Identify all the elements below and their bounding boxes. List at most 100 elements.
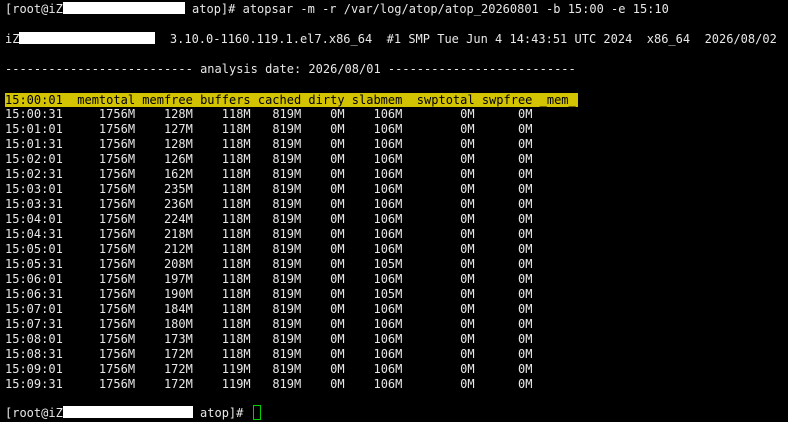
cell-cached: 819M: [250, 347, 302, 361]
cell-swptotal: 0M: [402, 212, 475, 226]
cell-time: 15:07:31: [5, 317, 63, 331]
cell-slabmem: 106M: [344, 122, 403, 136]
cell-memtotal: 1756M: [62, 122, 136, 136]
cell-buffers: 118M: [192, 242, 251, 256]
cell-swptotal: 0M: [402, 227, 475, 241]
cell-swptotal: 0M: [402, 167, 475, 181]
cell-slabmem: 106M: [344, 182, 403, 196]
cell-buffers: 118M: [192, 317, 251, 331]
cell-memfree: 180M: [135, 317, 193, 331]
cell-swpfree: 0M: [474, 242, 533, 256]
cell-cached: 819M: [250, 167, 302, 181]
cell-swpfree: 0M: [474, 317, 533, 331]
cell-cached: 819M: [250, 137, 302, 151]
system-info-line: iZ 3.10.0-1160.119.1.el7.x86_64 #1 SMP T…: [5, 32, 777, 47]
cell-swpfree: 0M: [474, 227, 533, 241]
cell-slabmem: 106M: [344, 332, 403, 346]
table-row: 15:06:01 1756M 197M 118M 819M 0M 106M 0M…: [5, 272, 532, 287]
cell-swptotal: 0M: [402, 302, 475, 316]
final-prompt-line[interactable]: [root@iZ atop]#: [5, 405, 261, 420]
memory-table: 15:00:31 1756M 128M 118M 819M 0M 106M 0M…: [5, 107, 532, 392]
cell-time: 15:01:31: [5, 137, 63, 151]
cell-swpfree: 0M: [474, 302, 533, 316]
cell-dirty: 0M: [301, 197, 345, 211]
system-build: #1 SMP Tue Jun 4 14:43:51 UTC 2024: [386, 32, 633, 46]
cell-dirty: 0M: [301, 332, 345, 346]
cell-memfree: 127M: [135, 122, 193, 136]
cell-memtotal: 1756M: [62, 212, 136, 226]
cell-swpfree: 0M: [474, 332, 533, 346]
cell-swpfree: 0M: [474, 377, 533, 391]
table-row: 15:07:01 1756M 184M 118M 819M 0M 106M 0M…: [5, 302, 532, 317]
cell-time: 15:09:31: [5, 377, 63, 391]
system-host-prefix: iZ: [5, 32, 20, 46]
cell-swptotal: 0M: [402, 122, 475, 136]
table-row: 15:03:31 1756M 236M 118M 819M 0M 106M 0M…: [5, 197, 532, 212]
cell-memfree: 128M: [135, 137, 193, 151]
cell-swpfree: 0M: [474, 152, 533, 166]
redacted-hostname-final: [62, 406, 193, 418]
cell-memtotal: 1756M: [62, 317, 136, 331]
cell-memtotal: 1756M: [62, 362, 136, 376]
cell-cached: 819M: [250, 362, 302, 376]
table-row: 15:04:01 1756M 224M 118M 819M 0M 106M 0M…: [5, 212, 532, 227]
cell-memtotal: 1756M: [62, 347, 136, 361]
cell-memfree: 172M: [135, 362, 193, 376]
cell-slabmem: 106M: [344, 317, 403, 331]
cell-swptotal: 0M: [402, 182, 475, 196]
table-row: 15:02:31 1756M 162M 118M 819M 0M 106M 0M…: [5, 167, 532, 182]
cell-cached: 819M: [250, 107, 302, 121]
cell-cached: 819M: [250, 227, 302, 241]
cell-cached: 819M: [250, 122, 302, 136]
cell-swptotal: 0M: [402, 107, 475, 121]
cell-buffers: 119M: [192, 362, 251, 376]
cell-memfree: 224M: [135, 212, 193, 226]
cell-dirty: 0M: [301, 137, 345, 151]
cell-memfree: 172M: [135, 347, 193, 361]
cell-slabmem: 106M: [344, 212, 403, 226]
cell-swptotal: 0M: [402, 197, 475, 211]
table-row: 15:01:31 1756M 128M 118M 819M 0M 106M 0M…: [5, 137, 532, 152]
cell-buffers: 118M: [192, 212, 251, 226]
cell-swptotal: 0M: [402, 362, 475, 376]
cell-time: 15:09:01: [5, 362, 63, 376]
cell-swpfree: 0M: [474, 287, 533, 301]
cell-memfree: 235M: [135, 182, 193, 196]
cell-dirty: 0M: [301, 347, 345, 361]
cell-dirty: 0M: [301, 317, 345, 331]
cell-cached: 819M: [250, 287, 302, 301]
cell-swpfree: 0M: [474, 272, 533, 286]
table-row: 15:01:01 1756M 127M 118M 819M 0M 106M 0M…: [5, 122, 532, 137]
cell-cached: 819M: [250, 272, 302, 286]
cell-time: 15:08:01: [5, 332, 63, 346]
cell-dirty: 0M: [301, 182, 345, 196]
cell-cached: 819M: [250, 242, 302, 256]
cell-dirty: 0M: [301, 212, 345, 226]
cell-swpfree: 0M: [474, 362, 533, 376]
command-text: atopsar -m -r /var/log/atop/atop_2026080…: [242, 2, 669, 16]
cell-slabmem: 106M: [344, 197, 403, 211]
cell-slabmem: 106M: [344, 167, 403, 181]
cell-memfree: 172M: [135, 377, 193, 391]
cell-cached: 819M: [250, 182, 302, 196]
cell-memfree: 236M: [135, 197, 193, 211]
cell-slabmem: 106M: [344, 152, 403, 166]
table-row: 15:08:01 1756M 173M 118M 819M 0M 106M 0M…: [5, 332, 532, 347]
cell-memtotal: 1756M: [62, 137, 136, 151]
cursor-block: [252, 405, 261, 420]
cell-dirty: 0M: [301, 167, 345, 181]
cell-memtotal: 1756M: [62, 107, 136, 121]
cell-swptotal: 0M: [402, 272, 475, 286]
table-row: 15:02:01 1756M 126M 118M 819M 0M 106M 0M…: [5, 152, 532, 167]
redacted-host: [19, 32, 156, 44]
cell-swptotal: 0M: [402, 242, 475, 256]
prompt-dir: atop]#: [184, 2, 243, 16]
terminal-window[interactable]: [root@iZ atop]# atopsar -m -r /var/log/a…: [0, 0, 788, 422]
cell-swptotal: 0M: [402, 347, 475, 361]
cell-cached: 819M: [250, 212, 302, 226]
cell-swptotal: 0M: [402, 332, 475, 346]
cell-swptotal: 0M: [402, 152, 475, 166]
cell-memtotal: 1756M: [62, 152, 136, 166]
cell-buffers: 119M: [192, 377, 251, 391]
cell-time: 15:03:31: [5, 197, 63, 211]
